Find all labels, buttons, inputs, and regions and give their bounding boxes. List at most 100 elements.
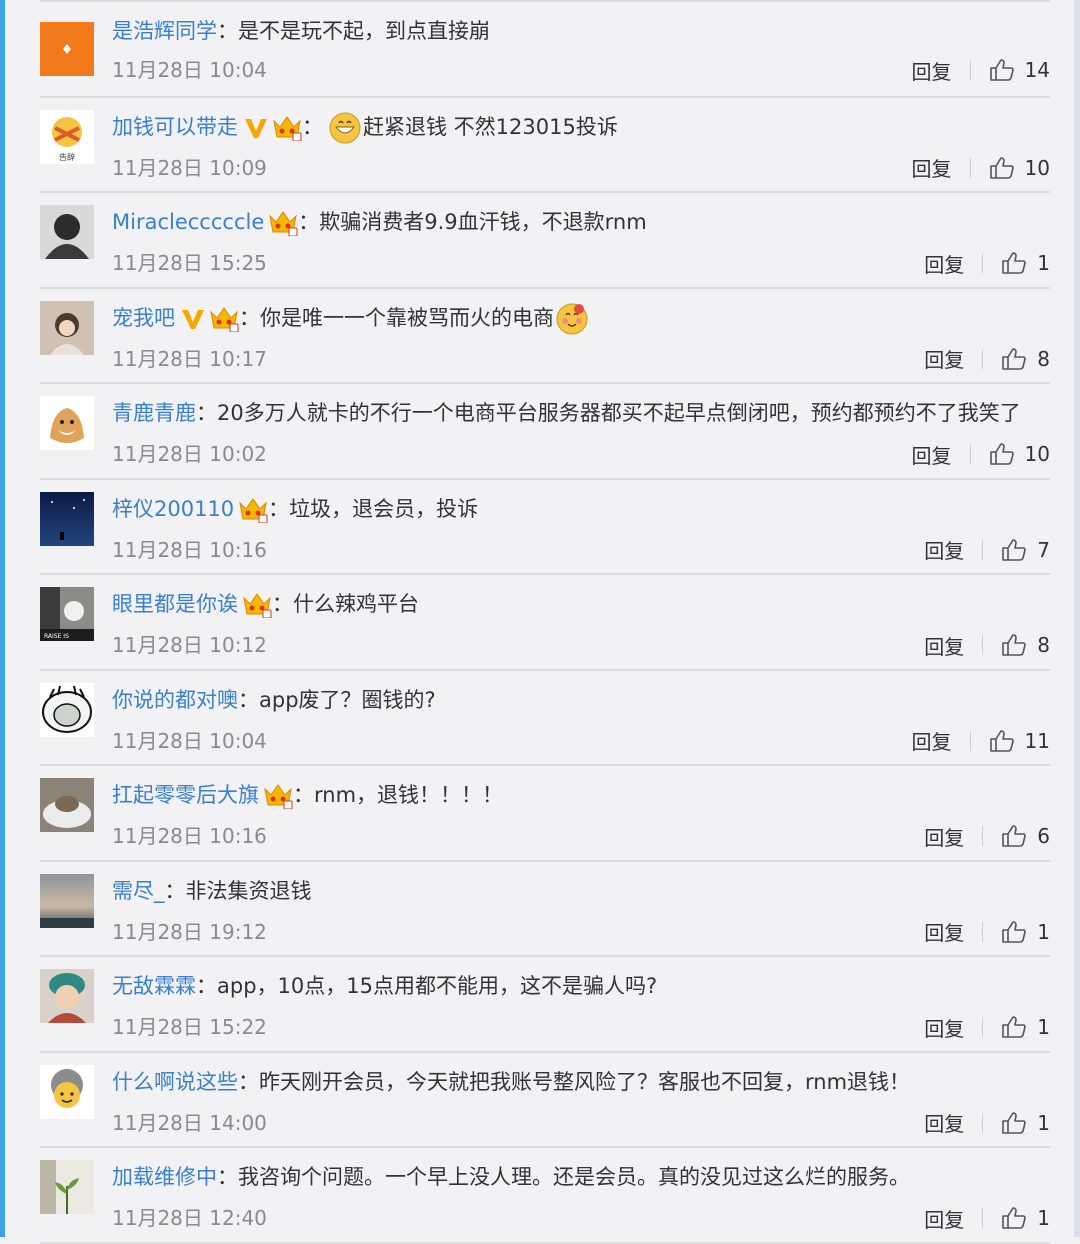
reply-button[interactable]: 回复 xyxy=(924,917,964,946)
action-divider xyxy=(969,444,971,464)
like-count: 1 xyxy=(1037,1110,1050,1135)
thumbs-up-icon[interactable] xyxy=(989,58,1015,82)
username-link[interactable]: 眼里都是你诶 xyxy=(112,592,238,616)
avatar[interactable]: RAISE IS xyxy=(40,587,94,641)
yum-emoji-icon xyxy=(556,303,588,334)
thumbs-up-icon[interactable] xyxy=(1001,1111,1027,1135)
member-crown-icon xyxy=(210,306,239,332)
like-count: 1 xyxy=(1037,251,1050,275)
thumbs-up-icon[interactable] xyxy=(1001,538,1027,562)
like-button[interactable]: 1 xyxy=(1001,920,1050,944)
colon-separator: ： xyxy=(238,687,259,712)
avatar[interactable] xyxy=(40,682,94,737)
comment-text: 垃圾，退会员，投诉 xyxy=(289,496,479,521)
like-button[interactable]: 1 xyxy=(1001,1206,1050,1230)
comment-actions: 回复 14 xyxy=(912,56,1050,84)
avatar[interactable] xyxy=(40,22,94,76)
thumbs-up-icon[interactable] xyxy=(1001,633,1027,657)
comment-item: 需尽_：非法集资退钱 11月28日 19:12 回复 1 xyxy=(40,862,1050,957)
like-button[interactable]: 10 xyxy=(989,442,1050,466)
reply-button[interactable]: 回复 xyxy=(924,1204,964,1233)
thumbs-up-icon[interactable] xyxy=(1001,347,1027,371)
avatar[interactable] xyxy=(40,1160,94,1214)
comment-item: 无敌霖霖：app，10点，15点用都不能用，这不是骗人吗? 11月28日 15:2… xyxy=(40,957,1050,1053)
username-link[interactable]: 你说的都对噢 xyxy=(112,688,238,712)
thumbs-up-icon[interactable] xyxy=(989,442,1015,466)
username-link[interactable]: Miraclecccccle xyxy=(112,210,264,234)
comment-time: 11月28日 10:12 xyxy=(112,633,267,657)
colon-separator: ： xyxy=(196,974,217,998)
thumbs-up-icon[interactable] xyxy=(989,729,1015,753)
like-count: 10 xyxy=(1024,155,1050,180)
reply-button[interactable]: 回复 xyxy=(912,153,952,182)
username-link[interactable]: 青鹿青鹿 xyxy=(112,401,196,425)
like-button[interactable]: 8 xyxy=(1001,347,1050,371)
thumbs-up-icon[interactable] xyxy=(1001,1015,1027,1039)
like-button[interactable]: 6 xyxy=(1001,824,1050,848)
username-link[interactable]: 梓仪200110 xyxy=(112,497,234,521)
username-link[interactable]: 加钱可以带走 xyxy=(112,115,238,139)
thumbs-up-icon[interactable] xyxy=(1001,920,1027,944)
like-button[interactable]: 1 xyxy=(1001,1111,1050,1135)
comment-line: 宠我吧 ：你是唯一一个靠被骂而火的电商 xyxy=(112,303,588,335)
comment-time: 11月28日 10:16 xyxy=(112,824,267,848)
like-button[interactable]: 11 xyxy=(989,729,1050,753)
username-link[interactable]: 什么啊说这些 xyxy=(112,1070,238,1094)
reply-button[interactable]: 回复 xyxy=(924,1108,964,1137)
like-button[interactable]: 8 xyxy=(1001,633,1050,657)
avatar[interactable] xyxy=(40,778,94,832)
thumbs-up-icon[interactable] xyxy=(989,156,1015,180)
avatar[interactable] xyxy=(40,396,94,450)
thumbs-up-icon[interactable] xyxy=(1001,251,1027,275)
username-link[interactable]: 需尽_ xyxy=(112,879,165,903)
avatar[interactable] xyxy=(40,300,94,355)
reply-button[interactable]: 回复 xyxy=(924,344,964,373)
like-count: 8 xyxy=(1037,346,1050,371)
action-divider xyxy=(982,1017,984,1037)
username-link[interactable]: 加载维修中 xyxy=(112,1165,217,1189)
reply-button[interactable]: 回复 xyxy=(924,822,964,851)
username-link[interactable]: 扛起零零后大旗 xyxy=(112,783,259,807)
reply-button[interactable]: 回复 xyxy=(924,249,964,278)
like-button[interactable]: 1 xyxy=(1001,1015,1050,1039)
reply-button[interactable]: 回复 xyxy=(912,56,952,85)
username-link[interactable]: 无敌霖霖 xyxy=(112,974,196,998)
comment-item: 告辞 加钱可以带走 ： 赶紧退钱 不然123015投诉 11月28日 10:09 回复 10 xyxy=(40,98,1050,193)
comment-time: 11月28日 10:17 xyxy=(112,346,267,371)
comment-text: 欺骗消费者9.9血汗钱，不退款rnm xyxy=(319,210,647,234)
verified-v-icon xyxy=(245,118,267,138)
reply-button[interactable]: 回复 xyxy=(924,535,964,564)
comment-item: 扛起零零后大旗 ：rnm，退钱！！！！ 11月28日 10:16 回复 6 xyxy=(40,766,1050,862)
reply-button[interactable]: 回复 xyxy=(912,440,952,469)
avatar[interactable] xyxy=(40,873,94,928)
reply-button[interactable]: 回复 xyxy=(912,726,952,755)
comment-text: 20多万人就卡的不行一个电商平台服务器都买不起早点倒闭吧，预约都预约不了我笑了 xyxy=(217,401,1021,425)
username-link[interactable]: 宠我吧 xyxy=(112,306,175,330)
like-button[interactable]: 7 xyxy=(1001,538,1050,562)
like-button[interactable]: 10 xyxy=(989,156,1050,180)
comment-actions: 回复 6 xyxy=(924,822,1050,850)
comment-time: 11月28日 10:09 xyxy=(112,155,267,180)
comment-actions: 回复 1 xyxy=(924,918,1050,946)
comment-item: 青鹿青鹿：20多万人就卡的不行一个电商平台服务器都买不起早点倒闭吧，预约都预约不… xyxy=(40,384,1050,480)
action-divider xyxy=(982,826,984,846)
avatar[interactable] xyxy=(40,205,94,259)
reply-button[interactable]: 回复 xyxy=(924,1013,964,1042)
comment-line: 扛起零零后大旗 ：rnm，退钱！！！！ xyxy=(112,780,503,810)
like-button[interactable]: 14 xyxy=(989,58,1050,82)
reply-button[interactable]: 回复 xyxy=(924,631,964,660)
comment-actions: 回复 10 xyxy=(912,440,1050,468)
colon-separator: ： xyxy=(272,592,293,616)
thumbs-up-icon[interactable] xyxy=(1001,824,1027,848)
like-count: 14 xyxy=(1024,58,1050,82)
member-crown-icon xyxy=(273,115,302,141)
username-link[interactable]: 是浩辉同学 xyxy=(112,19,217,43)
avatar[interactable]: 告辞 xyxy=(40,109,94,164)
avatar[interactable] xyxy=(40,1064,94,1119)
thumbs-up-icon[interactable] xyxy=(1001,1206,1027,1230)
like-count: 10 xyxy=(1024,442,1050,466)
right-scroll-track[interactable] xyxy=(1074,0,1080,1237)
like-button[interactable]: 1 xyxy=(1001,251,1050,275)
avatar[interactable] xyxy=(40,491,94,546)
avatar[interactable] xyxy=(40,969,94,1023)
